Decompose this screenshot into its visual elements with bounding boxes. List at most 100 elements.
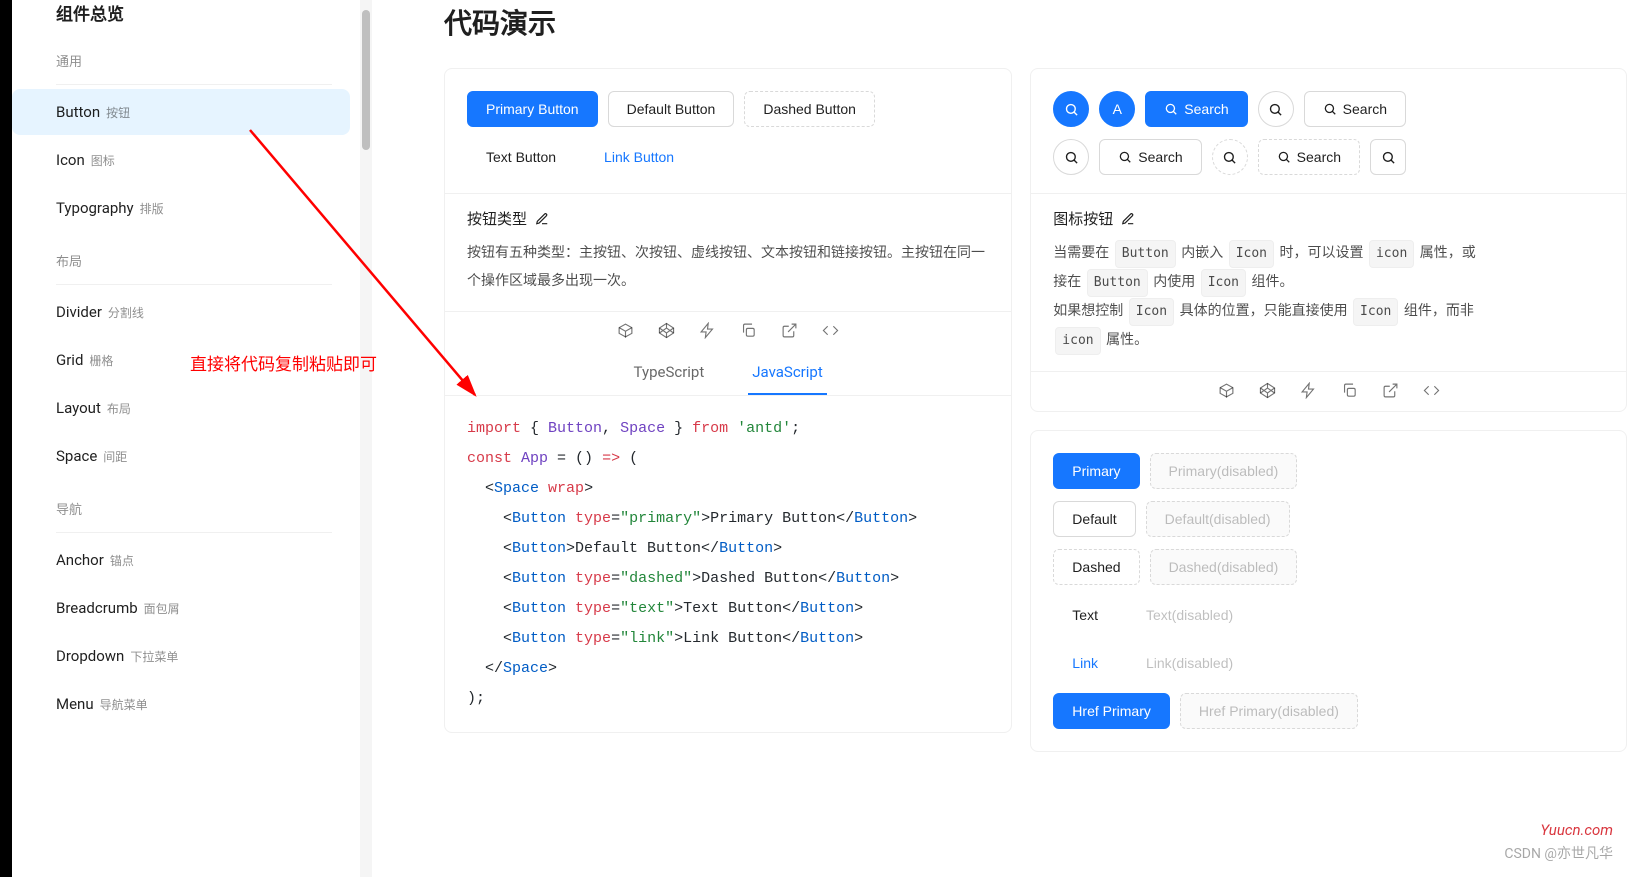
main-content: 代码演示 Primary Button Default Button Dashe… [372, 0, 1627, 877]
link-button[interactable]: Link Button [585, 139, 693, 175]
href-primary-btn[interactable]: Href Primary [1053, 693, 1170, 729]
tab-javascript[interactable]: JavaScript [748, 351, 826, 395]
card-title-text: 图标按钮 [1053, 208, 1113, 229]
sidebar-group-label: 通用 [12, 33, 360, 80]
sidebar-item-label-en: Button [56, 103, 100, 121]
icon-button-card: A Search Search Search Search [1030, 68, 1627, 412]
sidebar-item-menu[interactable]: Menu导航菜单 [12, 681, 350, 727]
page-title: 代码演示 [444, 2, 1627, 42]
button-type-demo: Primary Button Default Button Dashed But… [445, 69, 1011, 175]
codepen-icon[interactable] [1259, 382, 1276, 399]
tab-typescript[interactable]: TypeScript [630, 351, 709, 395]
scrollbar-thumb[interactable] [362, 10, 370, 150]
search-circle-button-2[interactable] [1053, 139, 1089, 175]
link-btn[interactable]: Link [1053, 645, 1117, 681]
sidebar-item-breadcrumb[interactable]: Breadcrumb 面包屑 [12, 585, 350, 631]
sidebar-item-label-zh: 分割线 [108, 304, 144, 321]
search-default-button-2[interactable]: Search [1099, 139, 1201, 175]
dashed-button[interactable]: Dashed Button [744, 91, 875, 127]
sidebar-item-space[interactable]: Space间距 [12, 433, 350, 479]
dashed-disabled-btn: Dashed(disabled) [1150, 549, 1298, 585]
thunderbolt-icon[interactable] [1300, 382, 1317, 399]
sidebar-item-label-zh: 下拉菜单 [130, 648, 178, 665]
default-btn[interactable]: Default [1053, 501, 1135, 537]
href-primary-disabled-btn: Href Primary(disabled) [1180, 693, 1358, 729]
sidebar-item-label-en: Layout [56, 399, 101, 417]
sidebar-item-label-en: Anchor [56, 551, 104, 569]
primary-btn[interactable]: Primary [1053, 453, 1139, 489]
sidebar-item-layout[interactable]: Layout 布局 [12, 385, 350, 431]
sidebar-item-icon[interactable]: Icon 图标 [12, 137, 350, 183]
card-description: 按钮有五种类型：主按钮、次按钮、虚线按钮、文本按钮和链接按钮。主按钮在同一个操作… [467, 239, 989, 295]
search-default-button[interactable]: Search [1304, 91, 1406, 127]
codepen-icon[interactable] [658, 322, 675, 339]
sidebar-item-label-zh: 布局 [107, 400, 131, 417]
external-link-icon[interactable] [1382, 382, 1399, 399]
card-actions [445, 311, 1011, 351]
sidebar-scrollbar[interactable] [360, 0, 372, 877]
sidebar-item-label-zh: 栅格 [89, 352, 113, 369]
search-label: Search [1343, 101, 1387, 117]
copy-icon[interactable] [1341, 382, 1358, 399]
thunderbolt-icon[interactable] [699, 322, 716, 339]
search-icon [1164, 102, 1178, 116]
primary-button[interactable]: Primary Button [467, 91, 598, 127]
sidebar-group-label: 导航 [12, 481, 360, 528]
edit-icon[interactable] [535, 212, 549, 226]
sidebar-item-label-zh: 面包屑 [144, 600, 180, 617]
codesandbox-icon[interactable] [617, 322, 634, 339]
sidebar-item-button[interactable]: Button按钮 [12, 89, 350, 135]
sidebar-item-label-zh: 图标 [91, 152, 115, 169]
search-icon [1277, 150, 1291, 164]
code-block[interactable]: import { Button, Space } from 'antd'; co… [445, 396, 1011, 732]
copy-icon[interactable] [740, 322, 757, 339]
dashed-btn[interactable]: Dashed [1053, 549, 1139, 585]
codesandbox-icon[interactable] [1218, 382, 1235, 399]
sidebar-item-divider[interactable]: Divider 分割线 [12, 289, 350, 335]
search-icon [1381, 150, 1396, 165]
default-disabled-btn: Default(disabled) [1146, 501, 1290, 537]
sidebar-item-label-en: Breadcrumb [56, 599, 138, 617]
text-button[interactable]: Text Button [467, 139, 575, 175]
external-link-icon[interactable] [781, 322, 798, 339]
search-circle-primary-button[interactable] [1053, 91, 1089, 127]
sidebar-item-label-zh: 排版 [140, 200, 164, 217]
search-label: Search [1138, 149, 1182, 165]
search-icon [1064, 102, 1079, 117]
window-left-edge [0, 0, 12, 877]
code-icon[interactable] [822, 322, 839, 339]
edit-icon[interactable] [1121, 212, 1135, 226]
sidebar-item-grid[interactable]: Grid 栅格 [12, 337, 350, 383]
search-icon [1064, 150, 1079, 165]
text-btn[interactable]: Text [1053, 597, 1117, 633]
sidebar-heading[interactable]: 组件总览 [12, 0, 360, 33]
search-icon [1118, 150, 1132, 164]
card-title: 按钮类型 [467, 208, 989, 229]
default-button[interactable]: Default Button [608, 91, 735, 127]
search-circle-default-button[interactable] [1258, 91, 1294, 127]
card-title-text: 按钮类型 [467, 208, 527, 229]
watermark-site: Yuucn.com [1540, 821, 1613, 839]
card-actions [1031, 371, 1626, 411]
sidebar-item-typography[interactable]: Typography 排版 [12, 185, 350, 231]
sidebar-item-label-en: Divider [56, 303, 102, 321]
search-icon [1268, 102, 1283, 117]
avatar-circle-button[interactable]: A [1099, 91, 1135, 127]
sidebar-item-anchor[interactable]: Anchor锚点 [12, 537, 350, 583]
disabled-button-card: PrimaryPrimary(disabled) DefaultDefault(… [1030, 430, 1627, 752]
sidebar-item-dropdown[interactable]: Dropdown 下拉菜单 [12, 633, 350, 679]
search-square-button[interactable] [1370, 139, 1406, 175]
sidebar-item-label-en: Space [56, 447, 97, 465]
sidebar-item-label-en: Typography [56, 199, 134, 217]
card-description: 当需要在 Button 内嵌入 Icon 时，可以设置 icon 属性，或 接在… [1053, 239, 1604, 355]
sidebar-item-label-en: Grid [56, 351, 83, 369]
search-primary-button[interactable]: Search [1145, 91, 1247, 127]
card-title: 图标按钮 [1053, 208, 1604, 229]
search-circle-dashed-button[interactable] [1212, 139, 1248, 175]
sidebar-item-label-en: Dropdown [56, 647, 124, 665]
code-icon[interactable] [1423, 382, 1440, 399]
sidebar-item-label-en: Icon [56, 151, 85, 169]
sidebar: 组件总览 通用 Button按钮 Icon 图标 Typography 排版布局 Divid… [12, 0, 360, 877]
search-label: Search [1184, 101, 1228, 117]
search-dashed-button[interactable]: Search [1258, 139, 1360, 175]
